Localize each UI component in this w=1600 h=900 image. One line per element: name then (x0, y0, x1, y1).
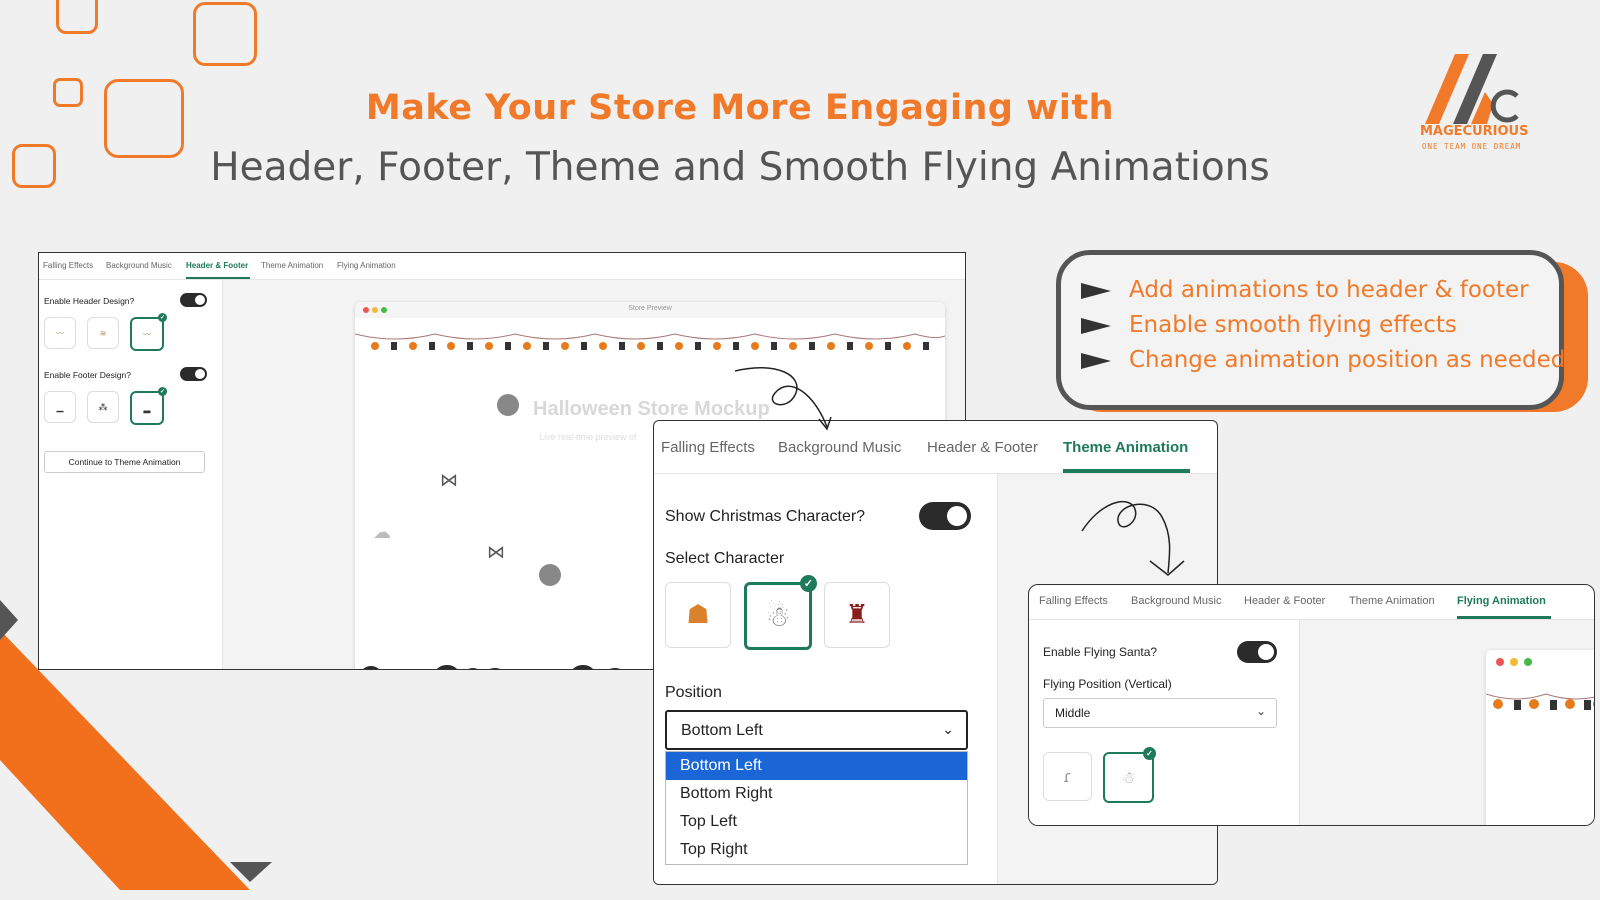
flying-character-option[interactable]: ɾ (1043, 752, 1092, 801)
window-dot-yellow (1510, 658, 1518, 666)
callout-bullet-text: Change animation position as needed (1129, 347, 1566, 373)
dropdown-option[interactable]: Bottom Left (666, 752, 967, 780)
bat-icon: ⋈ (487, 542, 505, 562)
halloween-garland (1486, 693, 1594, 710)
pumpkin-face-icon (539, 564, 561, 586)
headline-line1: Make Your Store More Engaging with (365, 88, 1115, 128)
logo-tagline: ONE TEAM ONE DREAM (1422, 142, 1522, 151)
character-option[interactable]: ♜ (824, 582, 890, 648)
check-icon: ✓ (1143, 747, 1156, 760)
character-option-selected[interactable]: ☃ (744, 582, 812, 650)
chevron-down-icon: ⌄ (942, 721, 954, 737)
footer-style-option[interactable]: ⁂ (87, 391, 119, 423)
tab-background-music[interactable]: Background Music (1131, 595, 1222, 607)
panel3-preview-area (1300, 620, 1594, 825)
logo-name: MAGECURIOUS (1420, 124, 1529, 139)
footer-design-toggle[interactable] (180, 367, 207, 381)
tab-theme-animation[interactable]: Theme Animation (1349, 595, 1435, 607)
tab-flying-animation[interactable]: Flying Animation (337, 261, 396, 270)
decor-square (193, 2, 257, 66)
flying-toggle-label: Enable Flying Santa? (1043, 645, 1158, 659)
decor-square (56, 0, 98, 34)
callout-bullet-text: Enable smooth flying effects (1129, 312, 1457, 338)
continue-button[interactable]: Continue to Theme Animation (44, 451, 205, 473)
position-select[interactable]: Bottom Left ⌄ (665, 710, 968, 750)
header-style-option[interactable]: 〰 (44, 317, 76, 349)
flying-position-select[interactable]: Middle ⌄ (1043, 698, 1277, 728)
show-character-label: Show Christmas Character? (665, 508, 866, 525)
dropdown-option[interactable]: Top Left (666, 808, 967, 836)
footer-style-option-selected[interactable]: ▂ (130, 391, 164, 425)
dropdown-option[interactable]: Top Right (666, 836, 967, 864)
flying-character-option-selected[interactable]: ☃ (1103, 752, 1154, 803)
preview-label: Store Preview (628, 305, 672, 312)
arrow-right-icon (1081, 353, 1111, 369)
halloween-garland (355, 328, 945, 358)
flying-animation-panel: Falling Effects Background Music Header … (1028, 584, 1595, 826)
show-character-toggle[interactable] (919, 502, 971, 530)
arrow-right-icon (1081, 283, 1111, 299)
footer-toggle-label: Enable Footer Design? (44, 370, 131, 380)
callout-bullet-text: Add animations to header & footer (1129, 277, 1529, 303)
window-dot-red (1496, 658, 1504, 666)
header-style-option-selected[interactable]: 〰 (130, 317, 164, 351)
footer-style-option[interactable]: ▁ (44, 391, 76, 423)
tab-header-footer[interactable]: Header & Footer (927, 439, 1038, 456)
curly-arrow-icon (735, 366, 832, 431)
panel2-sidebar: Show Christmas Character? Select Charact… (654, 474, 998, 884)
tab-flying-animation[interactable]: Flying Animation (1457, 595, 1546, 607)
select-character-label: Select Character (665, 550, 785, 567)
tab-falling-effects[interactable]: Falling Effects (1039, 595, 1108, 607)
header-design-toggle[interactable] (180, 293, 207, 307)
panel3-tabs: Falling Effects Background Music Header … (1029, 585, 1594, 620)
curly-arrow-icon (1081, 500, 1185, 576)
header-toggle-label: Enable Header Design? (44, 296, 135, 306)
preview-subtitle: Live real-time preview of (539, 432, 637, 442)
ghost-icon: ☁ (373, 522, 391, 542)
panel3-sidebar: Enable Flying Santa? Flying Position (Ve… (1029, 620, 1300, 825)
feature-callout: Add animations to header & footer Enable… (1056, 250, 1566, 410)
flying-position-label: Flying Position (Vertical) (1043, 677, 1172, 691)
check-icon: ✓ (800, 575, 817, 592)
tab-falling-effects[interactable]: Falling Effects (43, 261, 93, 270)
logo-mark-icon (1425, 54, 1519, 124)
active-tab-indicator (186, 277, 250, 279)
tab-theme-animation[interactable]: Theme Animation (1063, 439, 1188, 456)
panel1-tabs: Falling Effects Background Music Header … (39, 253, 965, 280)
arrow-right-icon (1081, 318, 1111, 334)
panel1-sidebar: Enable Header Design? 〰 ≋ 〰 ✓ Enable Foo… (39, 280, 223, 669)
flying-position-value: Middle (1055, 706, 1091, 720)
flying-santa-toggle[interactable] (1237, 641, 1277, 663)
headline-line2: Header, Footer, Theme and Smooth Flying … (210, 145, 1270, 190)
active-tab-indicator (1063, 469, 1190, 473)
dropdown-option[interactable]: Bottom Right (666, 780, 967, 808)
tab-theme-animation[interactable]: Theme Animation (261, 261, 323, 270)
check-icon: ✓ (158, 313, 167, 322)
bat-icon: ⋈ (440, 470, 458, 490)
character-option[interactable]: ☗ (665, 582, 731, 648)
window-dot-green (1524, 658, 1532, 666)
check-icon: ✓ (158, 387, 167, 396)
window-titlebar: Store Preview (355, 302, 945, 318)
position-select-value: Bottom Left (681, 722, 763, 739)
active-tab-indicator (1457, 616, 1551, 619)
position-dropdown: Bottom Left Bottom Right Top Left Top Ri… (665, 751, 968, 865)
tab-header-footer[interactable]: Header & Footer (186, 261, 248, 270)
position-label: Position (665, 684, 722, 701)
tab-header-footer[interactable]: Header & Footer (1244, 595, 1325, 607)
tab-background-music[interactable]: Background Music (106, 261, 172, 270)
store-preview-window (1486, 650, 1594, 825)
logo: MAGECURIOUS ONE TEAM ONE DREAM (1420, 44, 1536, 154)
chevron-down-icon: ⌄ (1255, 704, 1266, 718)
pumpkin-face-icon (497, 394, 519, 416)
header-style-option[interactable]: ≋ (87, 317, 119, 349)
